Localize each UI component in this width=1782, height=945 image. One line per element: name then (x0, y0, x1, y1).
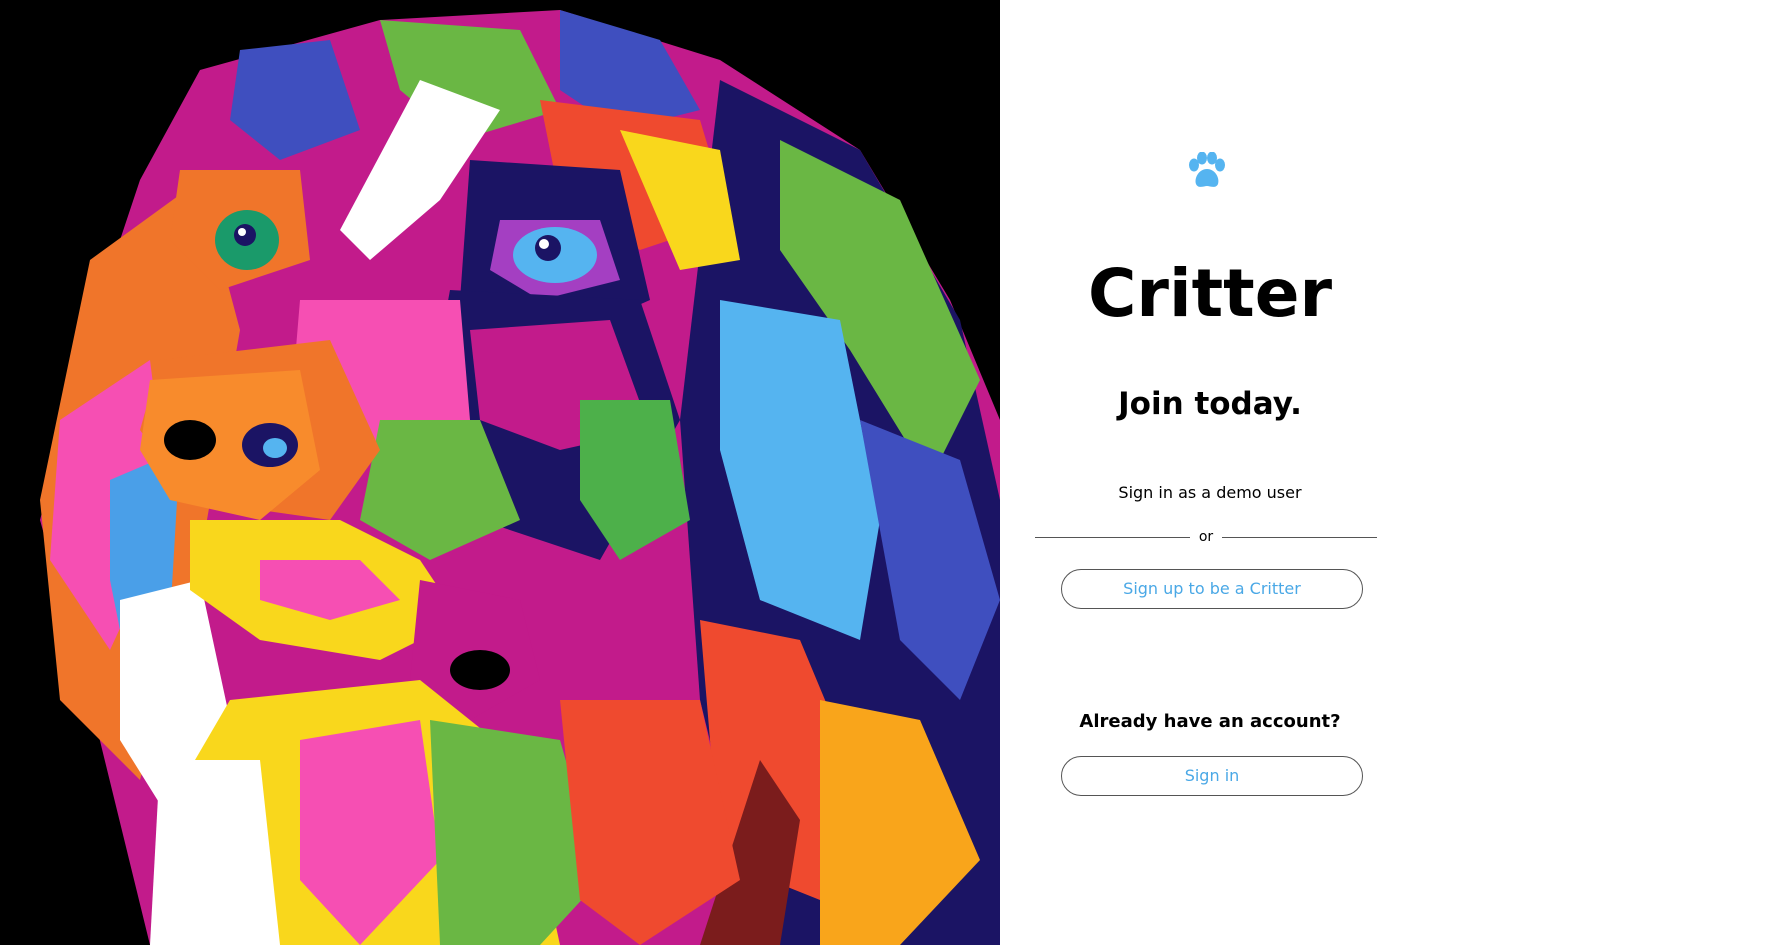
or-divider: or (1035, 527, 1377, 547)
demo-user-link[interactable]: Sign in as a demo user (1000, 482, 1420, 504)
hero-dog-illustration (0, 0, 1000, 945)
join-today-heading: Join today. (1118, 386, 1302, 422)
divider-line-right (1222, 537, 1377, 538)
signup-panel: Critter Join today. Sign in as a demo us… (1000, 0, 1782, 945)
signin-button[interactable]: Sign in (1061, 756, 1363, 796)
signup-button[interactable]: Sign up to be a Critter (1061, 569, 1363, 609)
paw-icon (1186, 151, 1228, 190)
account-prompt: Already have an account? (1079, 711, 1341, 732)
brand-title: Critter (1087, 255, 1333, 332)
